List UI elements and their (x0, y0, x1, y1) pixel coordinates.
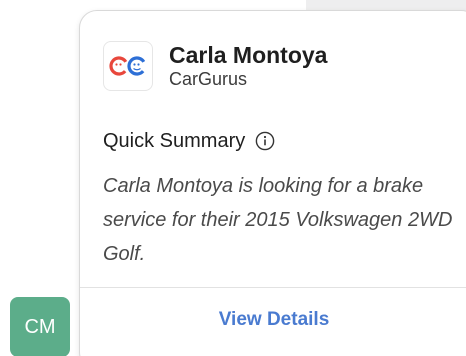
summary-heading: Quick Summary (103, 129, 275, 153)
info-icon[interactable] (255, 131, 275, 151)
summary-text: Carla Montoya is looking for a brake ser… (103, 175, 453, 265)
contact-info: Carla Montoya CarGurus (169, 42, 327, 90)
avatar[interactable]: CM (10, 297, 70, 356)
view-details-button[interactable]: View Details (80, 309, 466, 331)
company-name: CarGurus (169, 69, 248, 89)
summary-title: Quick Summary (103, 130, 246, 152)
screen: Carla Montoya CarGurus Quick Summary Car… (0, 0, 466, 356)
contact-name: Carla Montoya (169, 42, 328, 68)
cargurus-logo-icon (103, 41, 153, 91)
lead-card: Carla Montoya CarGurus Quick Summary Car… (79, 10, 466, 356)
card-divider (80, 287, 466, 288)
card-header: Carla Montoya CarGurus (103, 41, 327, 91)
